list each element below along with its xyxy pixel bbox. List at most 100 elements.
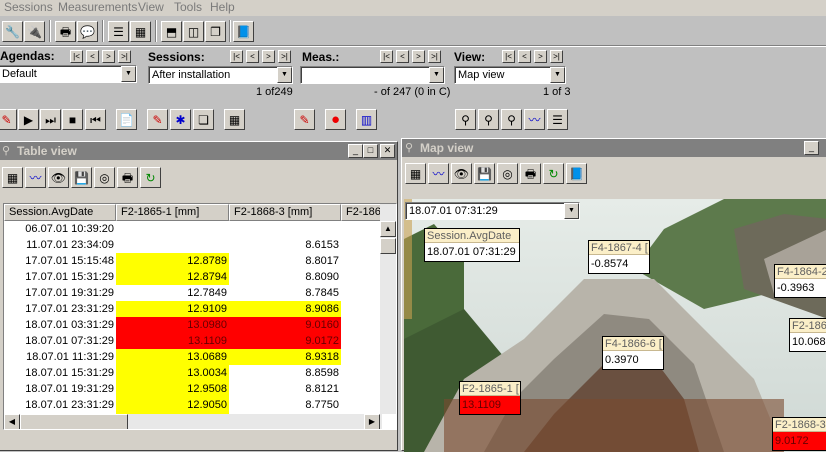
- table-row[interactable]: 06.07.01 10:39:20: [4, 221, 384, 237]
- tile-horizontal-icon[interactable]: ⬒: [161, 21, 182, 42]
- meas-select[interactable]: ▼: [300, 66, 445, 84]
- help-book-icon[interactable]: 📘: [233, 21, 254, 42]
- map-view-titlebar[interactable]: Map view: [402, 139, 826, 157]
- menu-measurements[interactable]: Measurements: [58, 0, 137, 15]
- minimize-button[interactable]: _: [348, 144, 363, 158]
- record-icon[interactable]: ●: [325, 109, 346, 130]
- prev-meas-button[interactable]: <: [396, 50, 409, 63]
- table-icon[interactable]: ▦: [224, 109, 245, 130]
- next-session-button[interactable]: >: [262, 50, 275, 63]
- prev-session-button[interactable]: <: [246, 50, 259, 63]
- next-agenda-button[interactable]: >: [102, 50, 115, 63]
- grid-red-icon[interactable]: ▦: [130, 21, 151, 42]
- window-copy-icon[interactable]: ❏: [193, 109, 214, 130]
- column-header[interactable]: F2-1865-1 [mm]: [116, 204, 229, 221]
- star-cursor-icon[interactable]: ✱: [170, 109, 191, 130]
- record-disk-icon[interactable]: ◎: [94, 167, 115, 188]
- chevron-down-icon[interactable]: ▼: [564, 203, 579, 219]
- record-disk-icon[interactable]: ◎: [497, 163, 518, 184]
- last-meas-button[interactable]: >|: [428, 50, 441, 63]
- edit-icon[interactable]: ✎: [147, 109, 168, 130]
- chevron-down-icon[interactable]: ▼: [550, 67, 565, 83]
- table-row[interactable]: 18.07.01 11:31:29 13.0689 8.9318: [4, 349, 384, 365]
- scroll-up-arrow[interactable]: ▲: [380, 221, 396, 237]
- site-photo[interactable]: Session.AvgDate 18.07.01 07:31:29 F4-186…: [404, 199, 826, 452]
- first-meas-button[interactable]: |<: [380, 50, 393, 63]
- table-row[interactable]: 18.07.01 19:31:29 12.9508 8.8121: [4, 381, 384, 397]
- bar-chart-icon[interactable]: ▥: [356, 109, 377, 130]
- cascade-icon[interactable]: ❐: [205, 21, 226, 42]
- help-book-icon[interactable]: 📘: [566, 163, 587, 184]
- connect-icon[interactable]: 🔌: [24, 21, 45, 42]
- minimize-button[interactable]: _: [804, 141, 819, 155]
- chevron-down-icon[interactable]: ▼: [121, 66, 136, 82]
- chevron-down-icon[interactable]: ▼: [429, 67, 444, 83]
- menu-sessions[interactable]: Sessions: [4, 0, 53, 15]
- column-header[interactable]: Session.AvgDate: [4, 204, 116, 221]
- binoculars-blue-icon[interactable]: ⚲: [478, 109, 499, 130]
- next-meas-button[interactable]: >: [412, 50, 425, 63]
- table-row[interactable]: 18.07.01 15:31:29 13.0034 8.8598: [4, 365, 384, 381]
- refresh-icon[interactable]: ↻: [140, 167, 161, 188]
- scroll-right-arrow[interactable]: ▶: [364, 414, 380, 429]
- agendas-select[interactable]: Default ▼: [0, 65, 137, 83]
- print-icon[interactable]: 🖶: [117, 167, 138, 188]
- prev-agenda-button[interactable]: <: [86, 50, 99, 63]
- stop-icon[interactable]: ■: [62, 109, 83, 130]
- menu-help[interactable]: Help: [210, 0, 235, 15]
- new-session-icon[interactable]: 🔧: [2, 21, 23, 42]
- last-agenda-button[interactable]: >|: [118, 50, 131, 63]
- line-chart-icon[interactable]: 〰: [524, 109, 545, 130]
- maximize-button[interactable]: □: [363, 144, 378, 158]
- horizontal-scrollbar[interactable]: ◀ ▶: [4, 414, 382, 429]
- save-icon[interactable]: 💾: [71, 167, 92, 188]
- table-row[interactable]: 17.07.01 15:15:48 12.8789 8.8017: [4, 253, 384, 269]
- map-tag[interactable]: F4-1867-4 [ -0.8574: [588, 240, 650, 274]
- print-icon[interactable]: 🖶: [520, 163, 541, 184]
- list-icon[interactable]: ☰: [547, 109, 568, 130]
- document-icon[interactable]: 📄: [116, 109, 137, 130]
- eye-icon[interactable]: 👁: [48, 167, 69, 188]
- table-row[interactable]: 11.07.01 23:34:09 8.6153: [4, 237, 384, 253]
- print-icon[interactable]: 🖶: [55, 21, 76, 42]
- table-row[interactable]: 17.07.01 23:31:29 12.9109 8.9086: [4, 301, 384, 317]
- first-view-button[interactable]: |<: [502, 50, 515, 63]
- line-chart-icon[interactable]: 〰: [428, 163, 449, 184]
- table-icon[interactable]: ▦: [405, 163, 426, 184]
- close-button[interactable]: ✕: [380, 144, 395, 158]
- scroll-thumb[interactable]: [20, 414, 128, 429]
- view-select[interactable]: Map view ▼: [454, 66, 566, 84]
- table-row[interactable]: 18.07.01 07:31:29 13.1109 9.0172: [4, 333, 384, 349]
- red-pencil-icon[interactable]: ✎: [294, 109, 315, 130]
- map-tag[interactable]: F2-1865-1 [ 13.1109: [459, 381, 521, 415]
- map-tag[interactable]: F4-1866-6 [ 0.3970: [602, 336, 664, 370]
- next-view-button[interactable]: >: [534, 50, 547, 63]
- scroll-thumb[interactable]: [380, 238, 396, 254]
- time-select[interactable]: 18.07.01 07:31:29 ▼: [405, 202, 580, 220]
- binoculars-icon[interactable]: ⚲: [501, 109, 522, 130]
- pencil-icon[interactable]: ✎: [0, 109, 17, 130]
- table-icon[interactable]: ▦: [2, 167, 23, 188]
- table-row[interactable]: 18.07.01 23:31:29 12.9050 8.7750: [4, 397, 384, 413]
- map-tag[interactable]: F4-1864-2 -0.3963: [774, 264, 826, 298]
- step-forward-icon[interactable]: ⏭: [40, 109, 61, 130]
- first-agenda-button[interactable]: |<: [70, 50, 83, 63]
- table-row[interactable]: 17.07.01 15:31:29 12.8794 8.8090: [4, 269, 384, 285]
- column-header[interactable]: F2-186: [341, 204, 381, 221]
- menu-tools[interactable]: Tools: [174, 0, 202, 15]
- chat-icon[interactable]: 💬: [77, 21, 98, 42]
- table-view-titlebar[interactable]: Table view: [0, 142, 397, 160]
- last-session-button[interactable]: >|: [278, 50, 291, 63]
- chevron-down-icon[interactable]: ▼: [277, 67, 292, 83]
- rewind-icon[interactable]: ⏮: [85, 109, 106, 130]
- prev-view-button[interactable]: <: [518, 50, 531, 63]
- map-tag[interactable]: F2-1869 10.068: [789, 318, 826, 352]
- table-row[interactable]: 18.07.01 03:31:29 13.0980 9.0160: [4, 317, 384, 333]
- line-chart-icon[interactable]: 〰: [25, 167, 46, 188]
- vertical-scrollbar[interactable]: ▲: [380, 204, 396, 414]
- binoculars-red-icon[interactable]: ⚲: [455, 109, 476, 130]
- map-tag[interactable]: F2-1868-3 [ 9.0172: [772, 417, 826, 451]
- play-icon[interactable]: ▶: [18, 109, 39, 130]
- save-icon[interactable]: 💾: [474, 163, 495, 184]
- refresh-icon[interactable]: ↻: [543, 163, 564, 184]
